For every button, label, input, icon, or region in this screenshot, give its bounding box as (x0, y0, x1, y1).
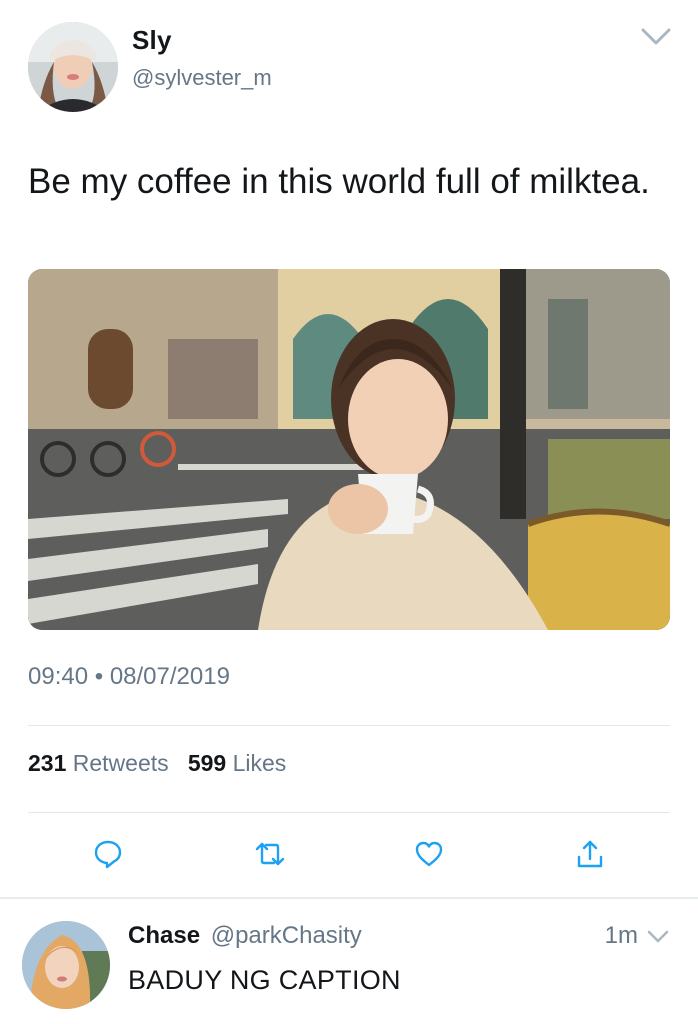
reply-author-name[interactable]: Chase (128, 922, 200, 949)
likes-stat[interactable]: 599 Likes (188, 750, 286, 776)
timestamp-separator: • (94, 663, 104, 690)
main-tweet: Sly @sylvester_m Be my coffee in this wo… (0, 0, 698, 897)
likes-label: Likes (232, 750, 287, 776)
tweet-timestamp: 09:40 • 08/07/2019 (28, 663, 230, 691)
tweet-date: 08/07/2019 (109, 663, 230, 690)
retweet-icon (253, 839, 287, 874)
reply-author-handle[interactable]: @parkChasity (211, 922, 362, 949)
author-avatar[interactable] (28, 22, 118, 112)
retweets-count: 231 (28, 750, 67, 776)
tweet-time: 09:40 (28, 663, 89, 690)
like-button[interactable] (409, 836, 449, 876)
retweets-stat[interactable]: 231 Retweets (28, 750, 175, 776)
reply-text: BADUY NG CAPTION (128, 965, 401, 995)
retweet-button[interactable] (250, 836, 290, 876)
share-button[interactable] (570, 836, 610, 876)
section-divider (0, 897, 698, 899)
author-handle[interactable]: @sylvester_m (132, 65, 272, 91)
tweet-text: Be my coffee in this world full of milkt… (28, 162, 650, 201)
divider (28, 725, 670, 726)
tweet-stats: 231 Retweets 599 Likes (28, 750, 286, 777)
tweet-photo[interactable] (28, 269, 670, 630)
divider (28, 812, 670, 813)
like-icon (414, 839, 444, 874)
share-icon (575, 839, 605, 874)
reply-button[interactable] (88, 836, 128, 876)
likes-count: 599 (187, 750, 227, 776)
author-name[interactable]: Sly (132, 25, 172, 56)
reply-author-avatar[interactable] (22, 921, 110, 1009)
chevron-down-icon[interactable] (646, 928, 670, 946)
reply-icon (93, 839, 123, 874)
reply-header: Chase @parkChasity (128, 922, 362, 950)
chevron-down-icon[interactable] (640, 26, 672, 48)
reply-time: 1m (604, 922, 638, 949)
retweets-label: Retweets (72, 750, 169, 776)
